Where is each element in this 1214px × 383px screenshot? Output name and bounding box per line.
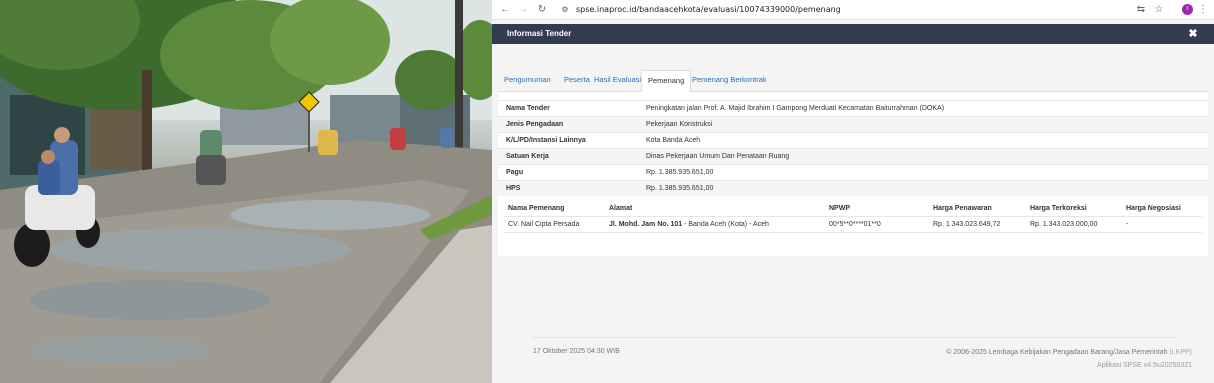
info-row-hps: HPS Rp. 1.385.935.651,00 [498,180,1208,196]
table-bottom-divider [504,232,1202,233]
cell-harga-negosiasi: - [1126,221,1129,228]
info-label: Nama Tender [506,105,550,112]
cell-nama-pemenang: CV. Nail Cipta Persada [508,221,580,228]
cell-alamat-street: Jl. Mohd. Jam No. 101 [609,221,683,228]
col-header-harga-penawaran: Harga Penawaran [933,205,992,212]
browser-window: ← → ↻ ⚙ spse.inaproc.id/bandaacehkota/ev… [492,0,1214,383]
table-divider [504,216,1202,217]
footer-version: Aplikasi SPSE v4.5u20250321 [1097,362,1192,369]
footer-copyright-text: © 2006-2025 Lembaga Kebijakan Pengadaan … [946,349,1168,356]
col-header-harga-negosiasi: Harga Negosiasi [1126,205,1181,212]
tab-pemenang[interactable]: Pemenang [641,70,692,93]
site-info-icon[interactable]: ⚙ [558,3,572,17]
street-scene-illustration [0,0,492,383]
cell-harga-terkoreksi: Rp. 1.343.023.000,00 [1030,221,1098,228]
cell-alamat: Jl. Mohd. Jam No. 101 - Banda Aceh (Kota… [609,221,769,228]
footer-copyright: © 2006-2025 Lembaga Kebijakan Pengadaan … [946,349,1192,356]
info-row-satuan-kerja: Satuan Kerja Dinas Pekerjaan Umum Dan Pe… [498,148,1208,164]
info-label: HPS [506,185,521,192]
footer-lkpp-link[interactable]: (LKPP) [1169,349,1192,356]
cell-npwp: 00*5**0****01**0 [829,221,881,228]
info-row-jenis-pengadaan: Jenis Pengadaan Pekerjaan Konstruksi [498,116,1208,132]
info-label: Pagu [506,169,524,176]
footer-divider [532,337,1176,338]
col-header-alamat: Alamat [609,205,633,212]
info-row-nama-tender: Nama Tender Peningkatan jalan Prof. A. M… [498,100,1208,116]
translate-icon[interactable]: ⇆ [1134,3,1148,17]
profile-avatar[interactable]: r [1182,4,1193,15]
footer-date: 17 Oktober 2025 04:30 WIB [533,348,620,355]
info-row-instansi: K/L/PD/Instansi Lainnya Kota Banda Aceh [498,132,1208,148]
tab-pemenang-berkontrak[interactable]: Pemenang Berkontrak [686,70,773,92]
info-value: Rp. 1.385.935.651,00 [646,169,714,176]
info-label: Jenis Pengadaan [506,121,564,128]
info-value: Dinas Pekerjaan Umum Dan Penataan Ruang [646,153,790,160]
address-bar[interactable]: ⚙ spse.inaproc.id/bandaacehkota/evaluasi… [558,2,1152,18]
tender-info-panel: Nama Tender Peningkatan jalan Prof. A. M… [498,92,1208,256]
info-label: Satuan Kerja [506,153,549,160]
info-value: Peningkatan jalan Prof. A. Majid Ibrahim… [646,105,945,112]
street-photo [0,0,492,383]
tab-hasil-evaluasi[interactable]: Hasil Evaluasi [588,70,647,92]
tab-pengumuman[interactable]: Pengumuman [498,70,557,92]
forward-arrow-icon[interactable]: → [516,3,530,17]
info-row-pagu: Pagu Rp. 1.385.935.651,00 [498,164,1208,180]
reload-icon[interactable]: ↻ [535,3,549,17]
kebab-menu-icon[interactable]: ⋮ [1196,3,1210,17]
info-value: Rp. 1.385.935.651,00 [646,185,714,192]
modal-title: Informasi Tender [507,29,572,38]
url-text[interactable]: spse.inaproc.id/bandaacehkota/evaluasi/1… [576,5,841,14]
cell-alamat-city: - Banda Aceh (Kota) - Aceh [682,221,769,228]
tab-bar: Pengumuman Peserta Hasil Evaluasi Pemena… [498,70,1208,93]
col-header-npwp: NPWP [829,205,850,212]
col-header-nama-pemenang: Nama Pemenang [508,205,565,212]
bookmark-star-icon[interactable]: ☆ [1152,3,1166,17]
close-icon[interactable]: ✖ [1186,27,1200,40]
col-header-harga-terkoreksi: Harga Terkoreksi [1030,205,1087,212]
info-value: Pekerjaan Konstruksi [646,121,713,128]
info-label: K/L/PD/Instansi Lainnya [506,137,586,144]
browser-toolbar: ← → ↻ ⚙ spse.inaproc.id/bandaacehkota/ev… [492,0,1214,20]
back-arrow-icon[interactable]: ← [498,3,512,17]
info-value: Kota Banda Aceh [646,137,701,144]
cell-harga-penawaran: Rp. 1.343.023.649,72 [933,221,1001,228]
modal-header: Informasi Tender ✖ [492,24,1214,44]
